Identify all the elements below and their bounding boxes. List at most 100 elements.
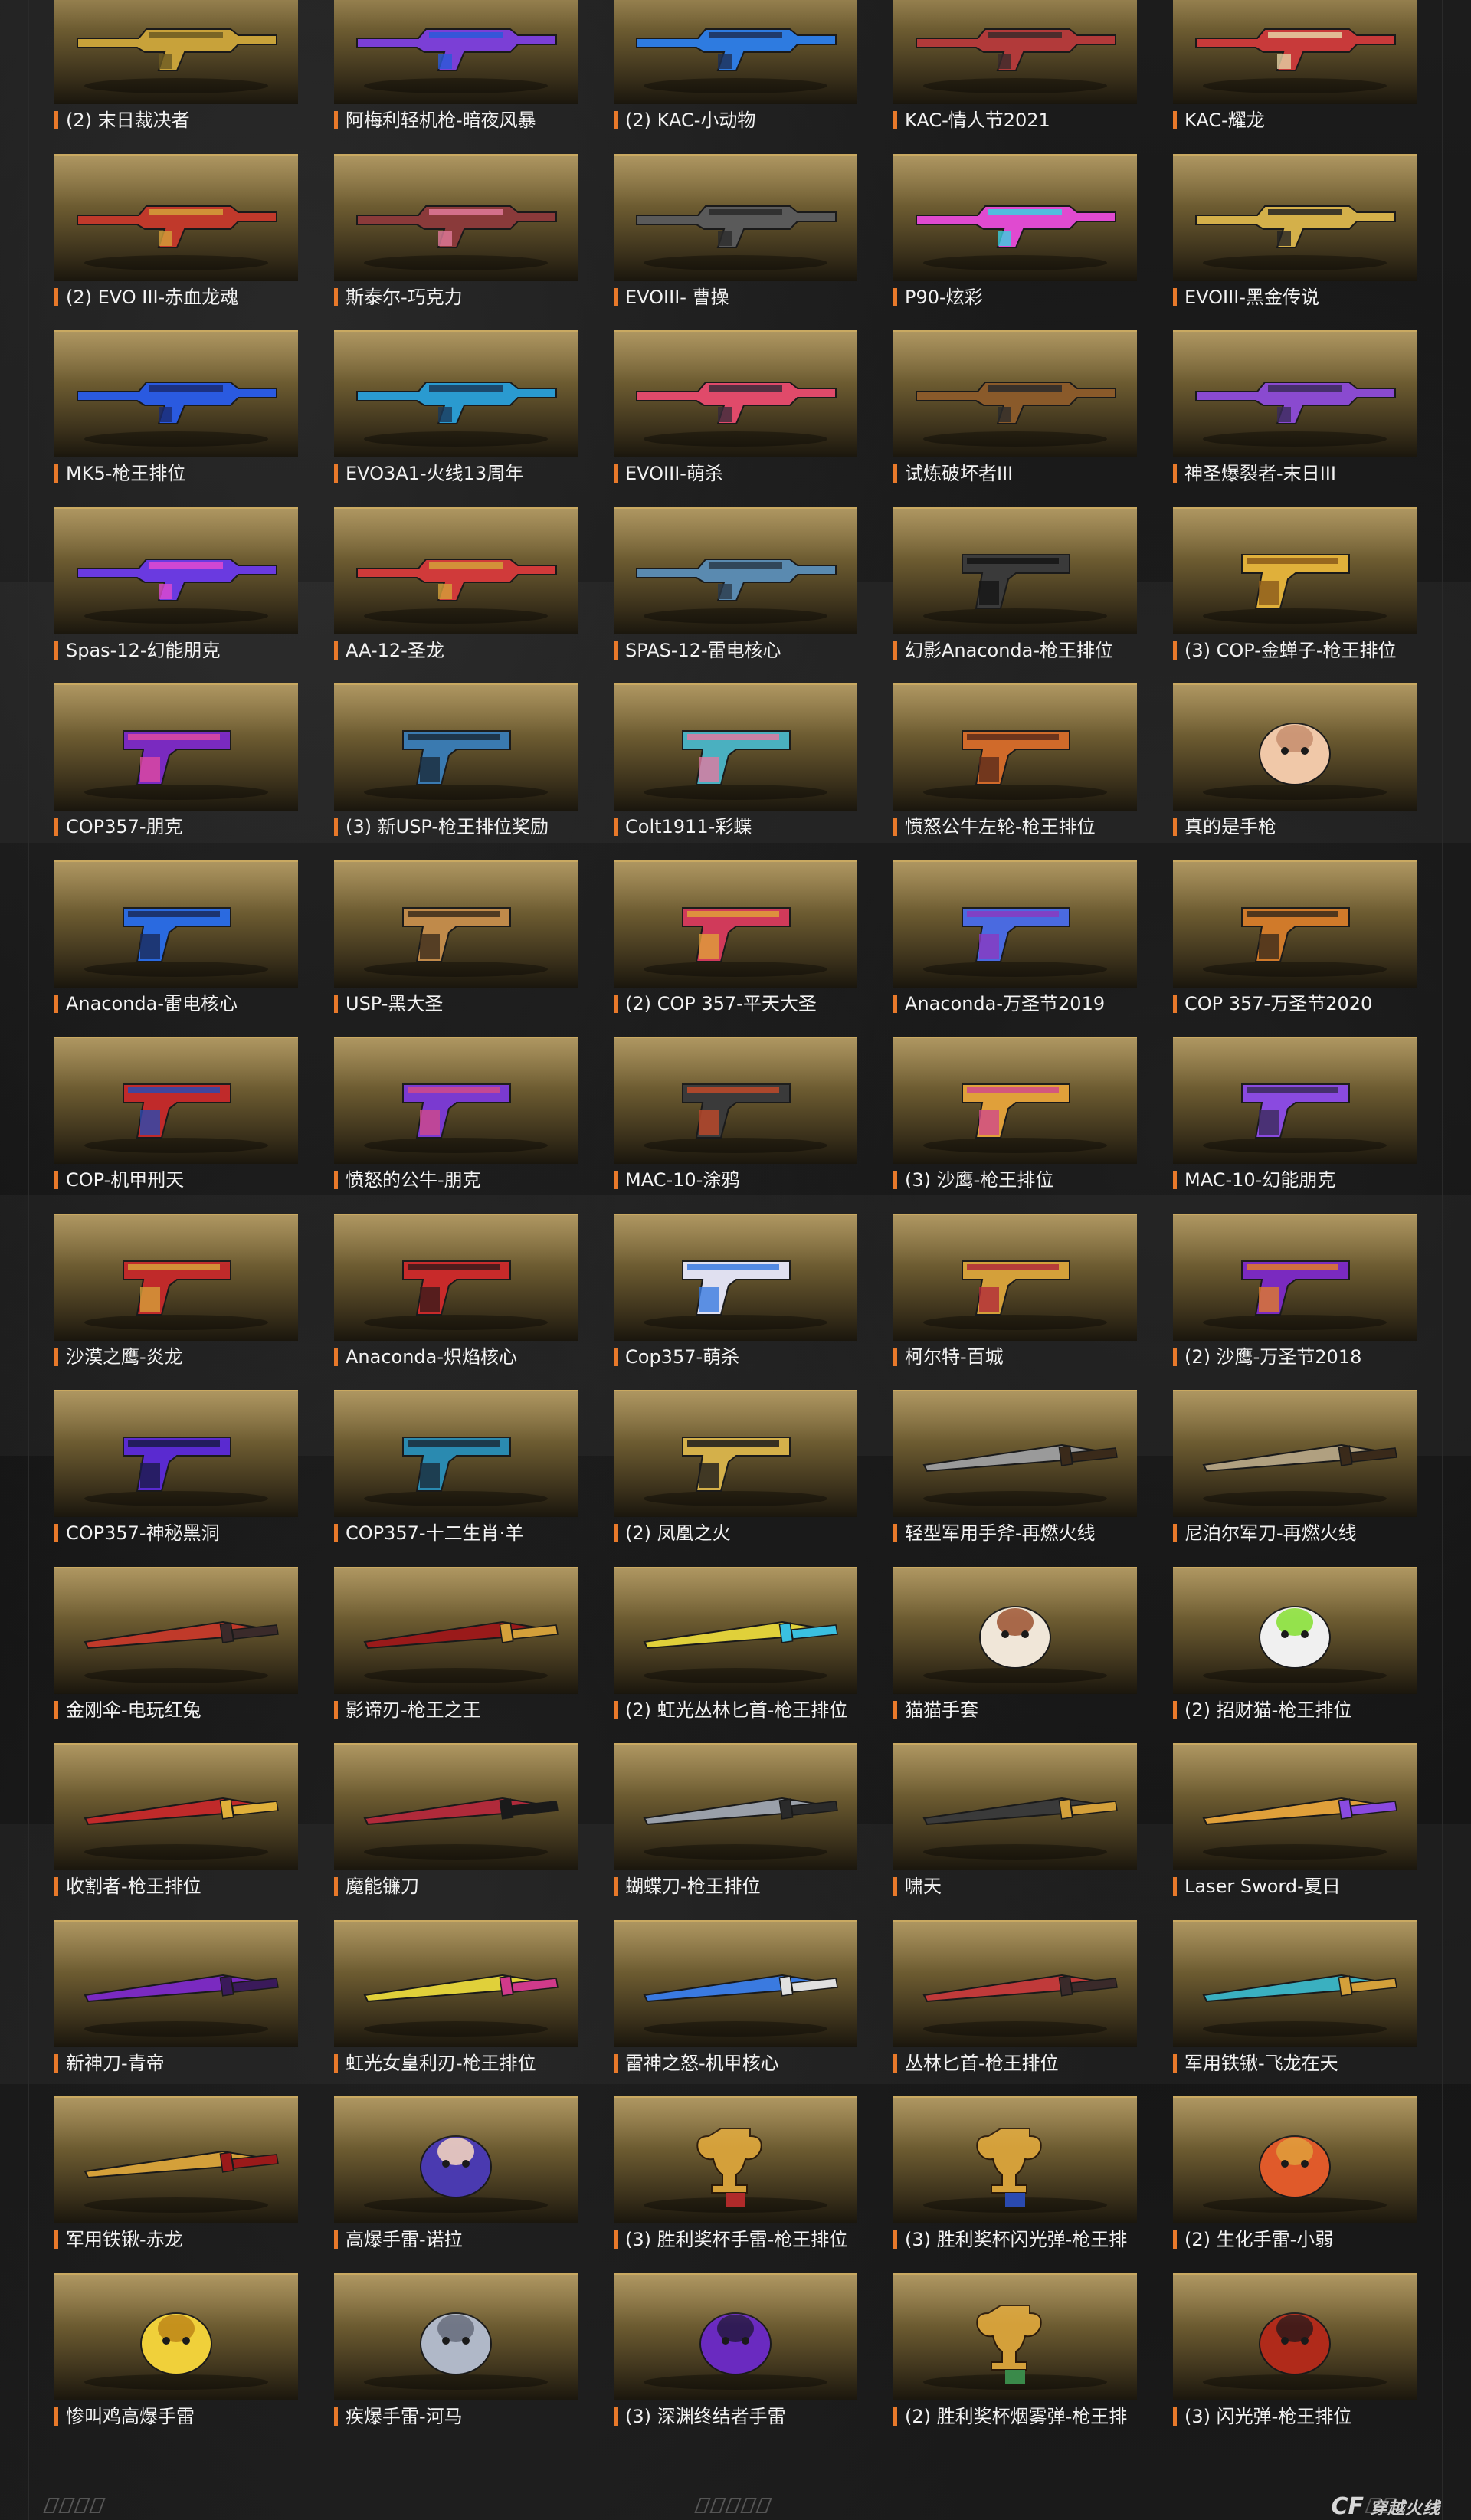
item-card[interactable]: 新神刀-青帝: [54, 1920, 298, 2075]
item-card[interactable]: Cop357-萌杀: [614, 1214, 857, 1368]
item-card[interactable]: Laser Sword-夏日: [1173, 1743, 1417, 1898]
abyss-grenade-icon: [644, 2312, 827, 2390]
item-card[interactable]: 惨叫鸡高爆手雷: [54, 2273, 298, 2428]
item-caption: COP357-神秘黑洞: [54, 1522, 298, 1545]
item-card[interactable]: 尼泊尔军刀-再燃火线: [1173, 1390, 1417, 1545]
item-card[interactable]: 啸天: [893, 1743, 1137, 1898]
item-card[interactable]: (2) 招财猫-枪王排位: [1173, 1567, 1417, 1722]
caption-accent-bar: [893, 1524, 897, 1542]
item-card[interactable]: 轻型军用手斧-再燃火线: [893, 1390, 1137, 1545]
item-card[interactable]: 丛林匕首-枪王排位: [893, 1920, 1137, 2075]
deagle-red-gold-icon: [84, 1260, 268, 1330]
reaper-axe-icon: [84, 1797, 279, 1860]
item-card[interactable]: (2) EVO III-赤血龙魂: [54, 154, 298, 309]
item-card[interactable]: (2) 胜利奖杯烟雾弹-枪王排: [893, 2273, 1137, 2428]
caption-accent-bar: [334, 1348, 338, 1366]
item-image-panel: [54, 154, 298, 281]
item-name: COP 357-万圣节2020: [1184, 993, 1373, 1014]
item-card[interactable]: 猫猫手套: [893, 1567, 1137, 1722]
item-card[interactable]: (3) COP-金蝉子-枪王排位: [1173, 507, 1417, 662]
item-image-panel: [614, 0, 857, 104]
item-caption: 收割者-枪王排位: [54, 1875, 298, 1898]
caption-accent-bar: [1173, 1524, 1177, 1542]
item-card[interactable]: (2) KAC-小动物: [614, 0, 857, 132]
item-image-panel: [893, 1743, 1137, 1870]
item-card[interactable]: 柯尔特-百城: [893, 1214, 1137, 1368]
item-card[interactable]: KAC-耀龙: [1173, 0, 1417, 132]
item-card[interactable]: Spas-12-幻能朋克: [54, 507, 298, 662]
caption-accent-bar: [614, 464, 618, 483]
item-card[interactable]: 真的是手枪: [1173, 683, 1417, 838]
item-card[interactable]: 虹光女皇利刃-枪王排位: [334, 1920, 578, 2075]
item-card[interactable]: MK5-枪王排位: [54, 330, 298, 485]
item-card[interactable]: USP-黑大圣: [334, 860, 578, 1015]
item-card[interactable]: COP357-十二生肖·羊: [334, 1390, 578, 1545]
item-card[interactable]: 试炼破坏者III: [893, 330, 1137, 485]
item-card[interactable]: Anaconda-雷电核心: [54, 860, 298, 1015]
item-card[interactable]: 高爆手雷-诺拉: [334, 2096, 578, 2251]
item-card[interactable]: EVOIII-萌杀: [614, 330, 857, 485]
item-card[interactable]: (2) 沙鹰-万圣节2018: [1173, 1214, 1417, 1368]
item-card[interactable]: 军用铁锹-赤龙: [54, 2096, 298, 2251]
item-card[interactable]: COP 357-万圣节2020: [1173, 860, 1417, 1015]
item-image-panel: [334, 0, 578, 104]
item-card[interactable]: (2) 凤凰之火: [614, 1390, 857, 1545]
item-card[interactable]: P90-炫彩: [893, 154, 1137, 309]
item-name: (2) 沙鹰-万圣节2018: [1184, 1346, 1362, 1368]
item-card[interactable]: (3) 深渊终结者手雷: [614, 2273, 857, 2428]
item-card[interactable]: (2) 虹光丛林匕首-枪王排位: [614, 1567, 857, 1722]
item-card[interactable]: 阿梅利轻机枪-暗夜风暴: [334, 0, 578, 132]
item-card[interactable]: EVOIII- 曹操: [614, 154, 857, 309]
item-card[interactable]: Colt1911-彩蝶: [614, 683, 857, 838]
item-card[interactable]: 雷神之怒-机甲核心: [614, 1920, 857, 2075]
item-card[interactable]: COP357-神秘黑洞: [54, 1390, 298, 1545]
item-card[interactable]: AA-12-圣龙: [334, 507, 578, 662]
item-card[interactable]: COP357-朋克: [54, 683, 298, 838]
item-card[interactable]: 沙漠之鹰-炎龙: [54, 1214, 298, 1368]
item-name: 愤怒公牛左轮-枪王排位: [905, 816, 1096, 837]
item-card[interactable]: 斯泰尔-巧克力: [334, 154, 578, 309]
item-card[interactable]: EVOIII-黑金传说: [1173, 154, 1417, 309]
item-card[interactable]: (3) 胜利奖杯闪光弹-枪王排: [893, 2096, 1137, 2251]
item-card[interactable]: 愤怒的公牛-朋克: [334, 1037, 578, 1191]
revolver-red-icon: [364, 1260, 548, 1330]
item-card[interactable]: (3) 新USP-枪王排位奖励: [334, 683, 578, 838]
item-caption: Anaconda-万圣节2019: [893, 992, 1137, 1015]
item-image-panel: [1173, 683, 1417, 811]
item-name: 幻影Anaconda-枪王排位: [905, 640, 1114, 661]
item-card[interactable]: 愤怒公牛左轮-枪王排位: [893, 683, 1137, 838]
item-card[interactable]: KAC-情人节2021: [893, 0, 1137, 132]
item-name: (2) KAC-小动物: [625, 110, 756, 131]
item-name: (2) 凤凰之火: [625, 1522, 731, 1544]
item-card[interactable]: 影谛刃-枪王之王: [334, 1567, 578, 1722]
item-card[interactable]: (2) COP 357-平天大圣: [614, 860, 857, 1015]
item-card[interactable]: 金刚伞-电玩红兔: [54, 1567, 298, 1722]
item-name: 尼泊尔军刀-再燃火线: [1184, 1522, 1357, 1544]
item-card[interactable]: SPAS-12-雷电核心: [614, 507, 857, 662]
rifle-red-icon: [916, 28, 1116, 93]
item-card[interactable]: 蝴蝶刀-枪王排位: [614, 1743, 857, 1898]
item-card[interactable]: (2) 生化手雷-小弱: [1173, 2096, 1417, 2251]
item-card[interactable]: Anaconda-万圣节2019: [893, 860, 1137, 1015]
shotgun-purple-icon: [1195, 382, 1396, 447]
item-card[interactable]: 疾爆手雷-河马: [334, 2273, 578, 2428]
pistol-gold-red-icon: [923, 1260, 1107, 1330]
item-card[interactable]: MAC-10-幻能朋克: [1173, 1037, 1417, 1191]
item-caption: 轻型军用手斧-再燃火线: [893, 1522, 1137, 1545]
item-card[interactable]: MAC-10-涂鸦: [614, 1037, 857, 1191]
item-name: (2) 末日裁决者: [66, 110, 190, 131]
item-card[interactable]: (2) 末日裁决者: [54, 0, 298, 132]
item-card[interactable]: 幻影Anaconda-枪王排位: [893, 507, 1137, 662]
item-card[interactable]: COP-机甲刑天: [54, 1037, 298, 1191]
item-card[interactable]: 神圣爆裂者-末日III: [1173, 330, 1417, 485]
item-card[interactable]: (3) 沙鹰-枪王排位: [893, 1037, 1137, 1191]
item-card[interactable]: Anaconda-炽焰核心: [334, 1214, 578, 1368]
item-card[interactable]: 收割者-枪王排位: [54, 1743, 298, 1898]
item-card[interactable]: (3) 闪光弹-枪王排位: [1173, 2273, 1417, 2428]
item-caption: KAC-情人节2021: [893, 109, 1137, 132]
item-caption: 疾爆手雷-河马: [334, 2405, 578, 2428]
item-card[interactable]: 魔能镰刀: [334, 1743, 578, 1898]
item-card[interactable]: EVO3A1-火线13周年: [334, 330, 578, 485]
item-card[interactable]: (3) 胜利奖杯手雷-枪王排位: [614, 2096, 857, 2251]
item-card[interactable]: 军用铁锹-飞龙在天: [1173, 1920, 1417, 2075]
